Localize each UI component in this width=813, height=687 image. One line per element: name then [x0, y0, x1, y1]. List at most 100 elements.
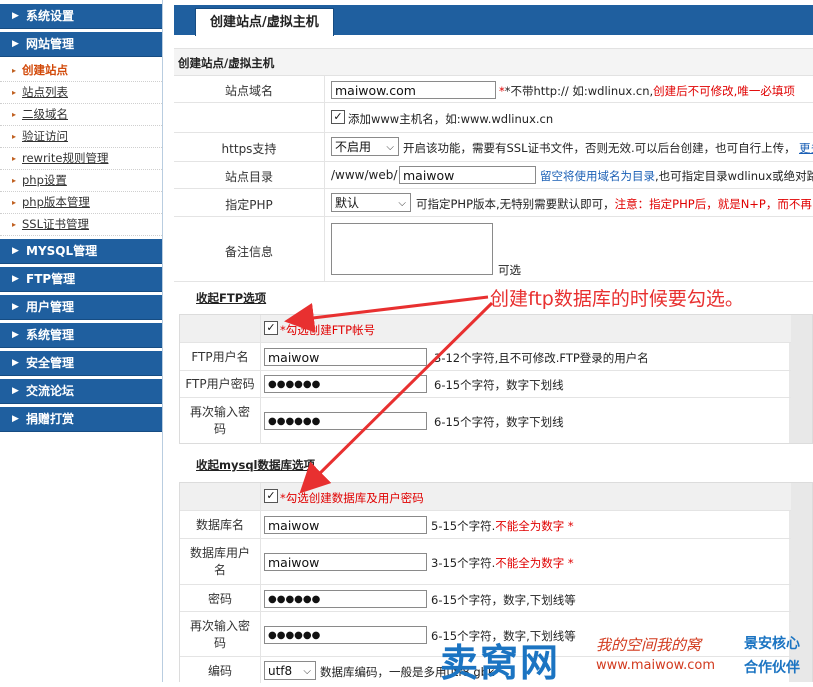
- mysql-toggle-link[interactable]: 收起mysql数据库选项: [196, 457, 315, 473]
- site-domain-hint: **不带http:// 如:wdlinux.cn,创建后不可修改,唯一必填项: [499, 84, 795, 98]
- nav-item-auth-access[interactable]: ▸ 验证访问: [0, 126, 162, 148]
- site-domain-label: 站点域名: [224, 84, 273, 98]
- caret-right-icon: ▶: [12, 414, 19, 424]
- nav-item-php-settings[interactable]: ▸ php设置: [0, 170, 162, 192]
- nav-group-mysql[interactable]: ▶ MYSQL管理: [0, 239, 162, 264]
- php-label: 指定PHP: [225, 198, 273, 212]
- db-name-hint: 5-15个字符.不能全为数字 *: [431, 519, 574, 533]
- php-hint: 可指定PHP版本,无特别需要默认即可，注意：指定PHP后，就是N+P，而不再: [416, 197, 812, 211]
- https-select[interactable]: 不启用 ⌵: [331, 137, 399, 156]
- nav-group-users[interactable]: ▶ 用户管理: [0, 295, 162, 320]
- sidebar: ▶ 系统设置 ▶ 网站管理 ▸ 创建站点 ▸ 站点列表 ▸ 二级域名 ▸ 验证访问 ▸ rew…: [0, 0, 163, 682]
- mysql-create-checkbox[interactable]: ✓: [264, 489, 278, 503]
- bullet-icon: ▸: [12, 198, 17, 207]
- site-dir-label: 站点目录: [224, 170, 273, 184]
- chevron-down-icon: ⌵: [303, 666, 311, 677]
- nav-item-ssl[interactable]: ▸ SSL证书管理: [0, 214, 162, 236]
- remark-optional: 可选: [498, 263, 521, 277]
- db-name-row: 数据库名 maiwow 5-15个字符.不能全为数字 *: [180, 511, 791, 539]
- tab-create-site[interactable]: 创建站点/虚拟主机: [195, 8, 334, 36]
- chevron-down-icon: ⌵: [398, 198, 406, 209]
- watermark-partner-1: 景安核心: [744, 636, 800, 652]
- db-repass-input[interactable]: ●●●●●●: [264, 626, 427, 644]
- db-pass-hint: 6-15个字符，数字,下划线等: [431, 593, 576, 607]
- caret-right-icon: ▶: [12, 386, 19, 396]
- ftp-check-row: ✓ *勾选创建FTP帐号: [180, 315, 791, 343]
- site-dir-prefix: /www/web/: [331, 168, 398, 182]
- section-title: 创建站点/虚拟主机: [174, 48, 813, 76]
- db-pass-label: 密码: [207, 592, 232, 606]
- bullet-icon: ▸: [12, 88, 17, 97]
- caret-right-icon: ▶: [12, 246, 19, 256]
- nav-item-site-list[interactable]: ▸ 站点列表: [0, 82, 162, 104]
- main-panel: 创建站点/虚拟主机 创建站点/虚拟主机 站点域名 maiwow.com **不带…: [174, 0, 813, 683]
- remark-label: 备注信息: [224, 245, 273, 259]
- remark-textarea[interactable]: [331, 223, 493, 275]
- site-dir-input[interactable]: maiwow: [399, 166, 536, 184]
- row-site-dir: 站点目录 /www/web/ maiwow 留空将使用域名为目录,也可指定目录w…: [174, 162, 813, 189]
- db-user-hint: 3-15个字符.不能全为数字 *: [431, 556, 574, 570]
- ftp-pass-row: FTP用户密码 ●●●●●● 6-15个字符，数字下划线: [180, 371, 791, 398]
- ftp-user-input[interactable]: maiwow: [264, 348, 427, 366]
- nav-item-subdomain[interactable]: ▸ 二级域名: [0, 104, 162, 126]
- ftp-repass-hint: 6-15个字符，数字下划线: [434, 415, 564, 429]
- ftp-user-row: FTP用户名 maiwow 3-12个字符,且不可修改.FTP登录的用户名: [180, 343, 791, 371]
- row-remark: 备注信息 可选: [174, 217, 813, 282]
- ftp-repass-input[interactable]: ●●●●●●: [264, 412, 427, 430]
- caret-right-icon: ▶: [12, 302, 19, 312]
- add-www-checkbox[interactable]: ✓: [331, 110, 345, 124]
- https-more-link[interactable]: 更多: [799, 140, 813, 156]
- watermark-partner-2: 合作伙伴: [744, 660, 800, 676]
- tab-bar: 创建站点/虚拟主机: [174, 5, 813, 36]
- ftp-create-label: *勾选创建FTP帐号: [280, 323, 376, 337]
- db-user-input[interactable]: maiwow: [264, 553, 427, 571]
- caret-right-icon: ▶: [12, 330, 19, 340]
- caret-right-icon: ▶: [12, 274, 19, 284]
- watermark-logo: 卖窝网 我的空间我的窝 www.maiwow.com 景安核心 合作伙伴: [440, 630, 813, 685]
- ftp-pass-label: FTP用户密码: [185, 377, 255, 391]
- add-www-label: 添加www主机名，如:www.wdlinux.cn: [348, 112, 554, 126]
- bullet-icon: ▸: [12, 176, 17, 185]
- row-add-www: ✓ 添加www主机名，如:www.wdlinux.cn: [174, 103, 813, 133]
- db-pass-input[interactable]: ●●●●●●: [264, 590, 427, 608]
- nav-group-site-management[interactable]: ▶ 网站管理: [0, 32, 162, 57]
- nav-group-forum[interactable]: ▶ 交流论坛: [0, 379, 162, 404]
- bullet-icon: ▸: [12, 132, 17, 141]
- row-php: 指定PHP 默认 ⌵ 可指定PHP版本,无特别需要默认即可，注意：指定PHP后，就…: [174, 189, 813, 217]
- nav-group-ftp[interactable]: ▶ FTP管理: [0, 267, 162, 292]
- ftp-options-box: ✓ *勾选创建FTP帐号 FTP用户名 maiwow 3-12个字符,且不可修改…: [179, 314, 813, 444]
- php-select[interactable]: 默认 ⌵: [331, 193, 411, 212]
- nav-item-rewrite[interactable]: ▸ rewrite规则管理: [0, 148, 162, 170]
- ftp-repass-row: 再次输入密码 ●●●●●● 6-15个字符，数字下划线: [180, 398, 791, 444]
- caret-right-icon: ▶: [12, 11, 19, 21]
- nav-group-donate[interactable]: ▶ 捐赠打赏: [0, 407, 162, 432]
- db-pass-row: 密码 ●●●●●● 6-15个字符，数字,下划线等: [180, 585, 791, 612]
- db-user-row: 数据库用户名 maiwow 3-15个字符.不能全为数字 *: [180, 539, 791, 585]
- nav-item-php-version[interactable]: ▸ php版本管理: [0, 192, 162, 214]
- bullet-icon: ▸: [12, 66, 17, 75]
- watermark-brand: 卖窝网: [440, 641, 561, 685]
- nav-group-system[interactable]: ▶ 系统管理: [0, 323, 162, 348]
- ftp-pass-input[interactable]: ●●●●●●: [264, 375, 427, 393]
- ftp-user-label: FTP用户名: [191, 350, 249, 364]
- nav-group-security[interactable]: ▶ 安全管理: [0, 351, 162, 376]
- db-charset-label: 编码: [207, 664, 232, 678]
- nav-item-create-site[interactable]: ▸ 创建站点: [0, 60, 162, 82]
- ftp-user-hint: 3-12个字符,且不可修改.FTP登录的用户名: [434, 351, 649, 365]
- bullet-icon: ▸: [12, 154, 17, 163]
- site-domain-input[interactable]: maiwow.com: [331, 81, 496, 99]
- https-label: https支持: [221, 142, 277, 156]
- caret-right-icon: ▶: [12, 358, 19, 368]
- db-repass-label: 再次输入密码: [189, 619, 250, 650]
- db-user-label: 数据库用户名: [189, 546, 250, 577]
- db-name-label: 数据库名: [195, 518, 244, 532]
- bullet-icon: ▸: [12, 110, 17, 119]
- db-charset-select[interactable]: utf8 ⌵: [264, 661, 316, 680]
- ftp-toggle-link[interactable]: 收起FTP选项: [196, 290, 266, 306]
- db-name-input[interactable]: maiwow: [264, 516, 427, 534]
- mysql-create-label: *勾选创建数据库及用户密码: [280, 491, 424, 505]
- nav-group-system-settings[interactable]: ▶ 系统设置: [0, 4, 162, 29]
- chevron-down-icon: ⌵: [386, 142, 394, 153]
- ftp-create-checkbox[interactable]: ✓: [264, 321, 278, 335]
- bullet-icon: ▸: [12, 220, 17, 229]
